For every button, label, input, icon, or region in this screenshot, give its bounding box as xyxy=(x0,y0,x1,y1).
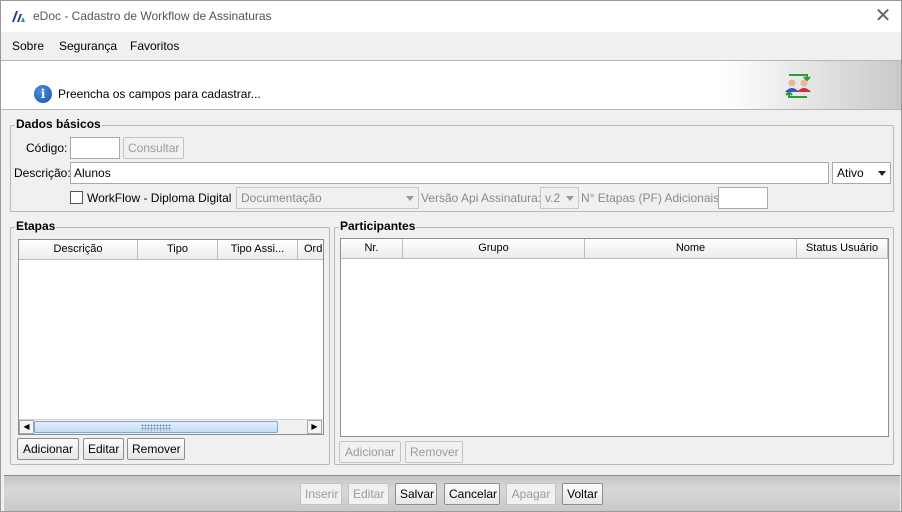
etapas-remover-button[interactable]: Remover xyxy=(127,438,185,460)
status-select-value: Ativo xyxy=(837,166,864,180)
etapas-pf-label: N° Etapas (PF) Adicionais: xyxy=(581,191,723,205)
action-toolbar: Inserir Editar Salvar Cancelar Apagar Vo… xyxy=(4,475,900,511)
column-header-grupo[interactable]: Grupo xyxy=(403,239,585,259)
editar-button[interactable]: Editar xyxy=(348,483,389,505)
versao-label: Versão Api Assinatura: xyxy=(421,191,542,205)
menu-sobre[interactable]: Sobre xyxy=(12,39,44,53)
participantes-group: Participantes Nr. Grupo Nome Status Usuá… xyxy=(334,219,894,465)
column-header-nr[interactable]: Nr. xyxy=(341,239,403,259)
etapas-horizontal-scrollbar[interactable]: ◀ ▶ xyxy=(19,419,323,434)
column-header-tipo[interactable]: Tipo xyxy=(138,240,218,260)
etapas-table-header: Descrição Tipo Tipo Assi... Ord xyxy=(19,240,323,260)
etapas-legend: Etapas xyxy=(15,219,57,233)
workflow-checkbox[interactable] xyxy=(70,191,83,204)
grip-icon xyxy=(141,424,171,431)
cancelar-button[interactable]: Cancelar xyxy=(444,483,500,505)
column-header-tipo-assinatura[interactable]: Tipo Assi... xyxy=(218,240,298,260)
close-icon[interactable]: ✕ xyxy=(873,5,893,27)
chevron-down-icon xyxy=(566,196,574,201)
dados-basicos-group: Dados básicos Código: Consultar Descriçã… xyxy=(10,117,894,212)
descricao-input[interactable]: Alunos xyxy=(70,162,829,184)
window-title: eDoc - Cadastro de Workflow de Assinatur… xyxy=(33,9,272,23)
versao-select[interactable]: v.2 xyxy=(540,187,579,209)
chevron-down-icon xyxy=(878,171,886,176)
main-window: eDoc - Cadastro de Workflow de Assinatur… xyxy=(0,0,902,512)
etapas-pf-input[interactable] xyxy=(718,187,768,209)
consultar-button[interactable]: Consultar xyxy=(123,137,184,159)
descricao-label: Descrição: xyxy=(14,166,71,180)
etapas-adicionar-button[interactable]: Adicionar xyxy=(17,438,79,460)
scroll-left-icon[interactable]: ◀ xyxy=(19,420,34,434)
column-header-descricao[interactable]: Descrição xyxy=(19,240,138,260)
documentacao-select-value: Documentação xyxy=(241,191,322,205)
title-bar: eDoc - Cadastro de Workflow de Assinatur… xyxy=(1,1,901,32)
versao-select-value: v.2 xyxy=(545,191,561,205)
participantes-remover-button[interactable]: Remover xyxy=(405,441,463,463)
users-exchange-icon xyxy=(785,74,811,98)
etapas-editar-button[interactable]: Editar xyxy=(83,438,124,460)
menu-favoritos[interactable]: Favoritos xyxy=(130,39,179,53)
participantes-adicionar-button[interactable]: Adicionar xyxy=(339,441,401,463)
scroll-right-icon[interactable]: ▶ xyxy=(307,420,322,434)
voltar-button[interactable]: Voltar xyxy=(562,483,603,505)
info-banner: i Preencha os campos para cadastrar... xyxy=(1,60,901,110)
etapas-group: Etapas Descrição Tipo Tipo Assi... Ord ◀… xyxy=(10,219,330,465)
codigo-label: Código: xyxy=(26,141,68,155)
participantes-table-header: Nr. Grupo Nome Status Usuário xyxy=(341,239,888,259)
column-header-ordem[interactable]: Ord xyxy=(298,240,323,260)
banner-message: Preencha os campos para cadastrar... xyxy=(58,87,261,101)
column-header-nome[interactable]: Nome xyxy=(585,239,797,259)
apagar-button[interactable]: Apagar xyxy=(506,483,556,505)
dados-basicos-legend: Dados básicos xyxy=(15,117,102,131)
codigo-input[interactable] xyxy=(70,137,120,159)
column-header-status-usuario[interactable]: Status Usuário xyxy=(797,239,888,259)
scrollbar-thumb[interactable] xyxy=(34,421,278,433)
salvar-button[interactable]: Salvar xyxy=(395,483,437,505)
participantes-legend: Participantes xyxy=(339,219,417,233)
chevron-down-icon xyxy=(406,196,414,201)
documentacao-select[interactable]: Documentação xyxy=(236,187,419,209)
info-icon: i xyxy=(34,85,52,103)
workflow-checkbox-label: WorkFlow - Diploma Digital xyxy=(87,191,232,205)
participantes-table[interactable]: Nr. Grupo Nome Status Usuário xyxy=(340,238,889,437)
menu-seguranca[interactable]: Segurança xyxy=(59,39,117,53)
inserir-button[interactable]: Inserir xyxy=(300,483,342,505)
menu-bar: Sobre Segurança Favoritos xyxy=(1,32,901,60)
status-select[interactable]: Ativo xyxy=(832,162,891,184)
app-logo-icon xyxy=(12,11,25,22)
etapas-table[interactable]: Descrição Tipo Tipo Assi... Ord ◀ ▶ xyxy=(18,239,324,435)
